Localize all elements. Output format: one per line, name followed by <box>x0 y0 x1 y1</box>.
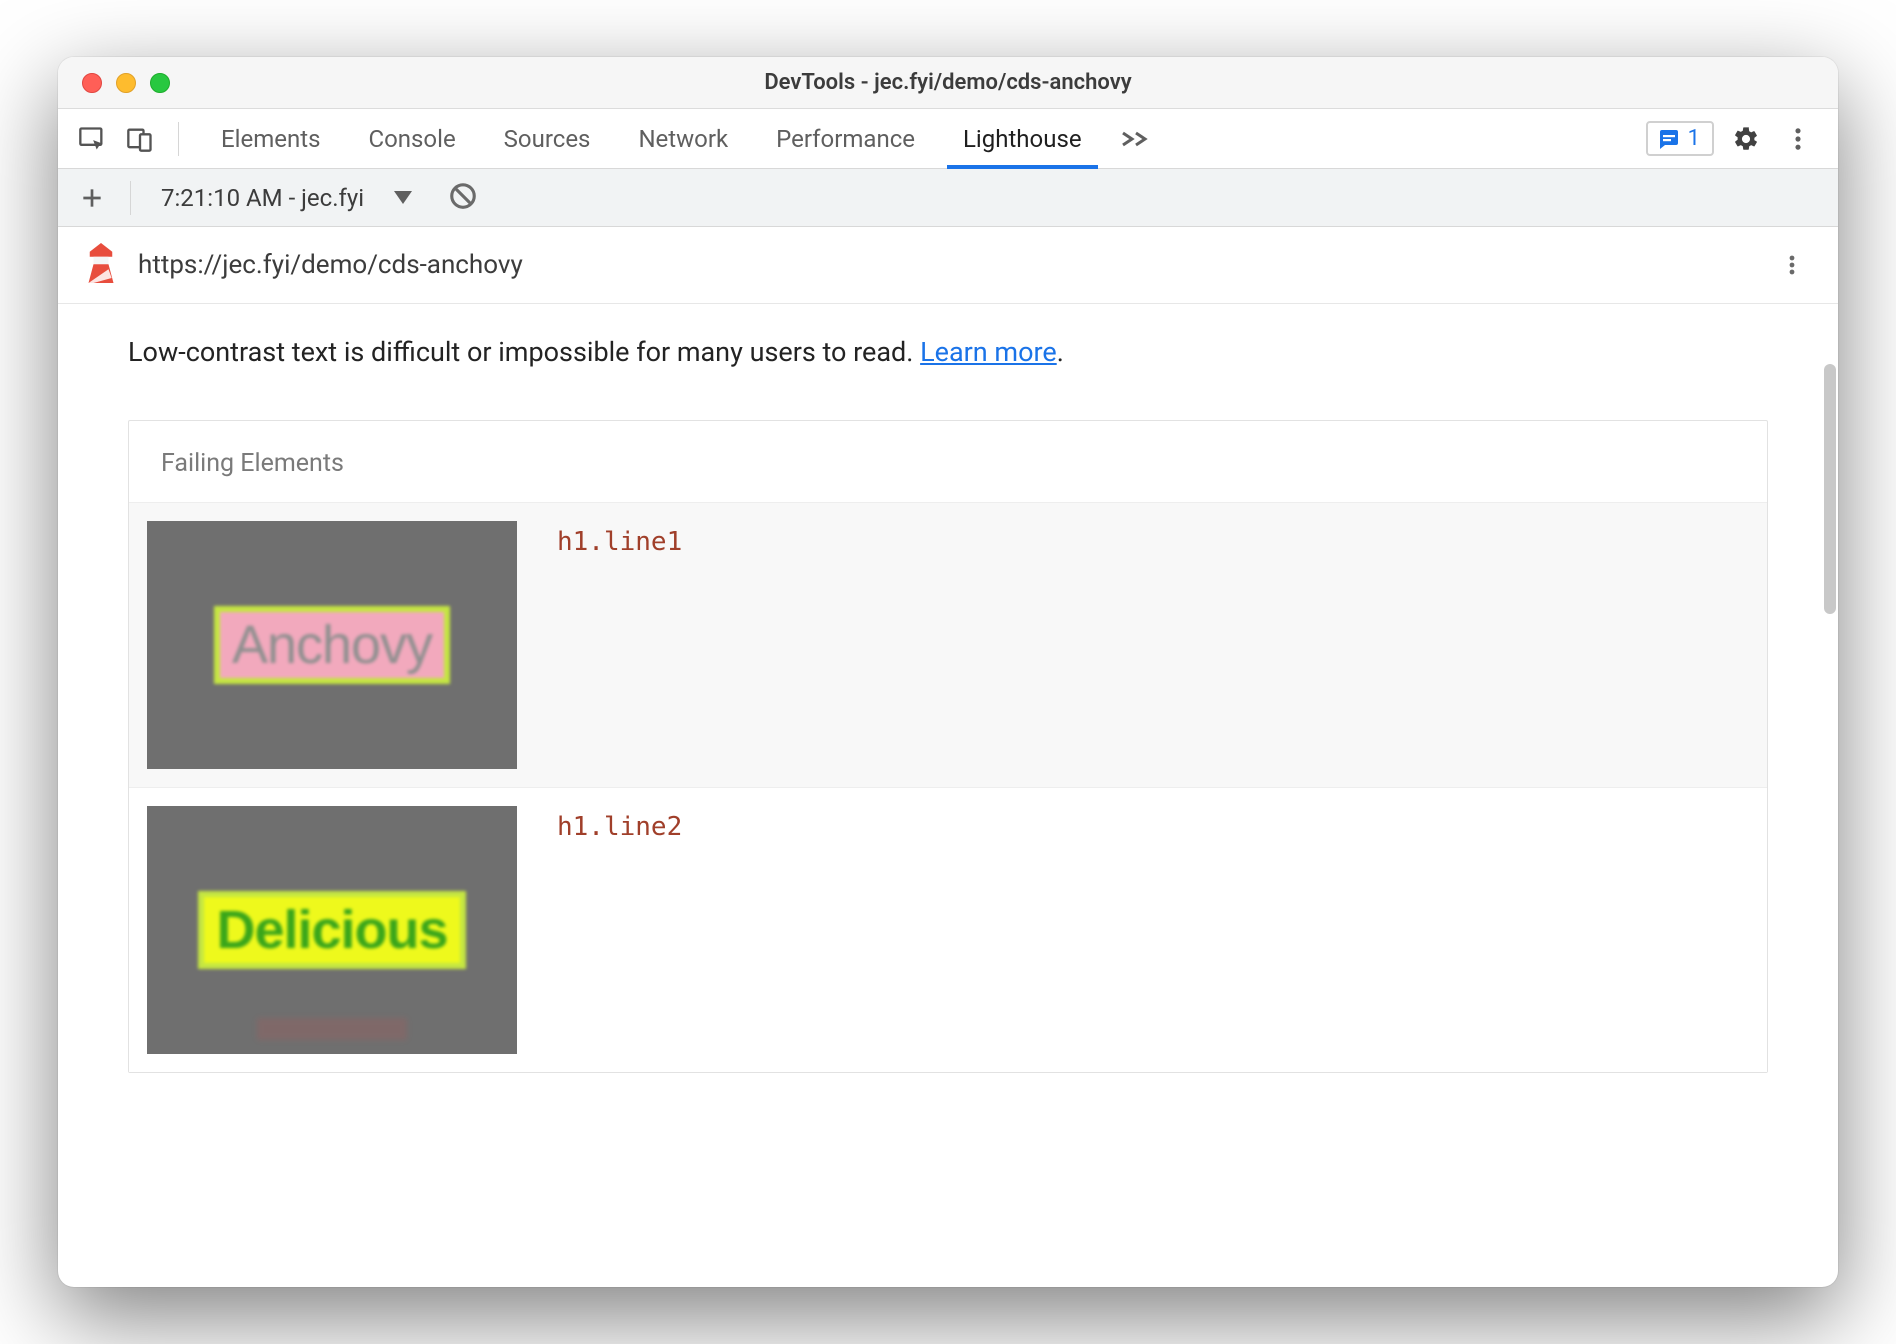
close-window-button[interactable] <box>82 73 102 93</box>
message-icon <box>1656 127 1680 151</box>
tab-elements[interactable]: Elements <box>197 109 344 169</box>
clear-report-icon[interactable] <box>448 181 478 215</box>
failing-element-row[interactable]: Delicious h1.line2 <box>129 787 1767 1072</box>
issues-chip[interactable]: 1 <box>1646 121 1714 156</box>
toggle-device-toolbar-icon[interactable] <box>120 119 160 159</box>
lighthouse-logo-icon <box>84 243 118 287</box>
report-select[interactable]: 7:21:10 AM - jec.fyi <box>149 184 424 212</box>
audit-description: Low-contrast text is difficult or imposs… <box>128 334 1768 372</box>
window-controls <box>58 73 170 93</box>
thumbnail-text: Anchovy <box>214 606 450 684</box>
tab-performance[interactable]: Performance <box>752 109 939 169</box>
report-menu-icon[interactable] <box>1772 245 1812 285</box>
minimize-window-button[interactable] <box>116 73 136 93</box>
inspect-element-icon[interactable] <box>72 119 112 159</box>
thumbnail-decor <box>257 1018 407 1040</box>
devtools-window: DevTools - jec.fyi/demo/cds-anchovy Elem… <box>58 57 1838 1287</box>
more-tabs-icon[interactable] <box>1106 109 1164 169</box>
settings-gear-icon[interactable] <box>1726 119 1766 159</box>
learn-more-link[interactable]: Learn more <box>920 336 1057 368</box>
element-selector: h1.line1 <box>557 521 682 769</box>
titlebar: DevTools - jec.fyi/demo/cds-anchovy <box>58 57 1838 109</box>
report-header: https://jec.fyi/demo/cds-anchovy <box>58 227 1838 304</box>
thumbnail-text: Delicious <box>198 891 465 969</box>
element-thumbnail: Anchovy <box>147 521 517 769</box>
scrollbar-thumb[interactable] <box>1824 364 1836 614</box>
lighthouse-toolbar: 7:21:10 AM - jec.fyi <box>58 169 1838 227</box>
more-options-icon[interactable] <box>1778 119 1818 159</box>
chevron-down-icon <box>394 191 412 204</box>
report-url: https://jec.fyi/demo/cds-anchovy <box>138 250 523 280</box>
card-title: Failing Elements <box>129 421 1767 502</box>
maximize-window-button[interactable] <box>150 73 170 93</box>
window-title: DevTools - jec.fyi/demo/cds-anchovy <box>58 70 1838 95</box>
failing-elements-card: Failing Elements Anchovy h1.line1 Delici… <box>128 420 1768 1073</box>
new-report-button[interactable] <box>72 178 112 218</box>
element-thumbnail: Delicious <box>147 806 517 1054</box>
issues-count: 1 <box>1688 126 1700 151</box>
report-select-label: 7:21:10 AM - jec.fyi <box>161 184 364 212</box>
tab-lighthouse[interactable]: Lighthouse <box>939 109 1106 169</box>
panel-tabs: Elements Console Sources Network Perform… <box>197 109 1646 169</box>
failing-element-row[interactable]: Anchovy h1.line1 <box>129 502 1767 787</box>
tab-sources[interactable]: Sources <box>480 109 615 169</box>
tab-console[interactable]: Console <box>344 109 479 169</box>
toolbar-divider <box>178 122 179 156</box>
element-selector: h1.line2 <box>557 806 682 1054</box>
toolbar-divider <box>130 181 131 215</box>
devtools-toolbar: Elements Console Sources Network Perform… <box>58 109 1838 169</box>
report-content[interactable]: Low-contrast text is difficult or imposs… <box>58 304 1838 1287</box>
tab-network[interactable]: Network <box>614 109 752 169</box>
